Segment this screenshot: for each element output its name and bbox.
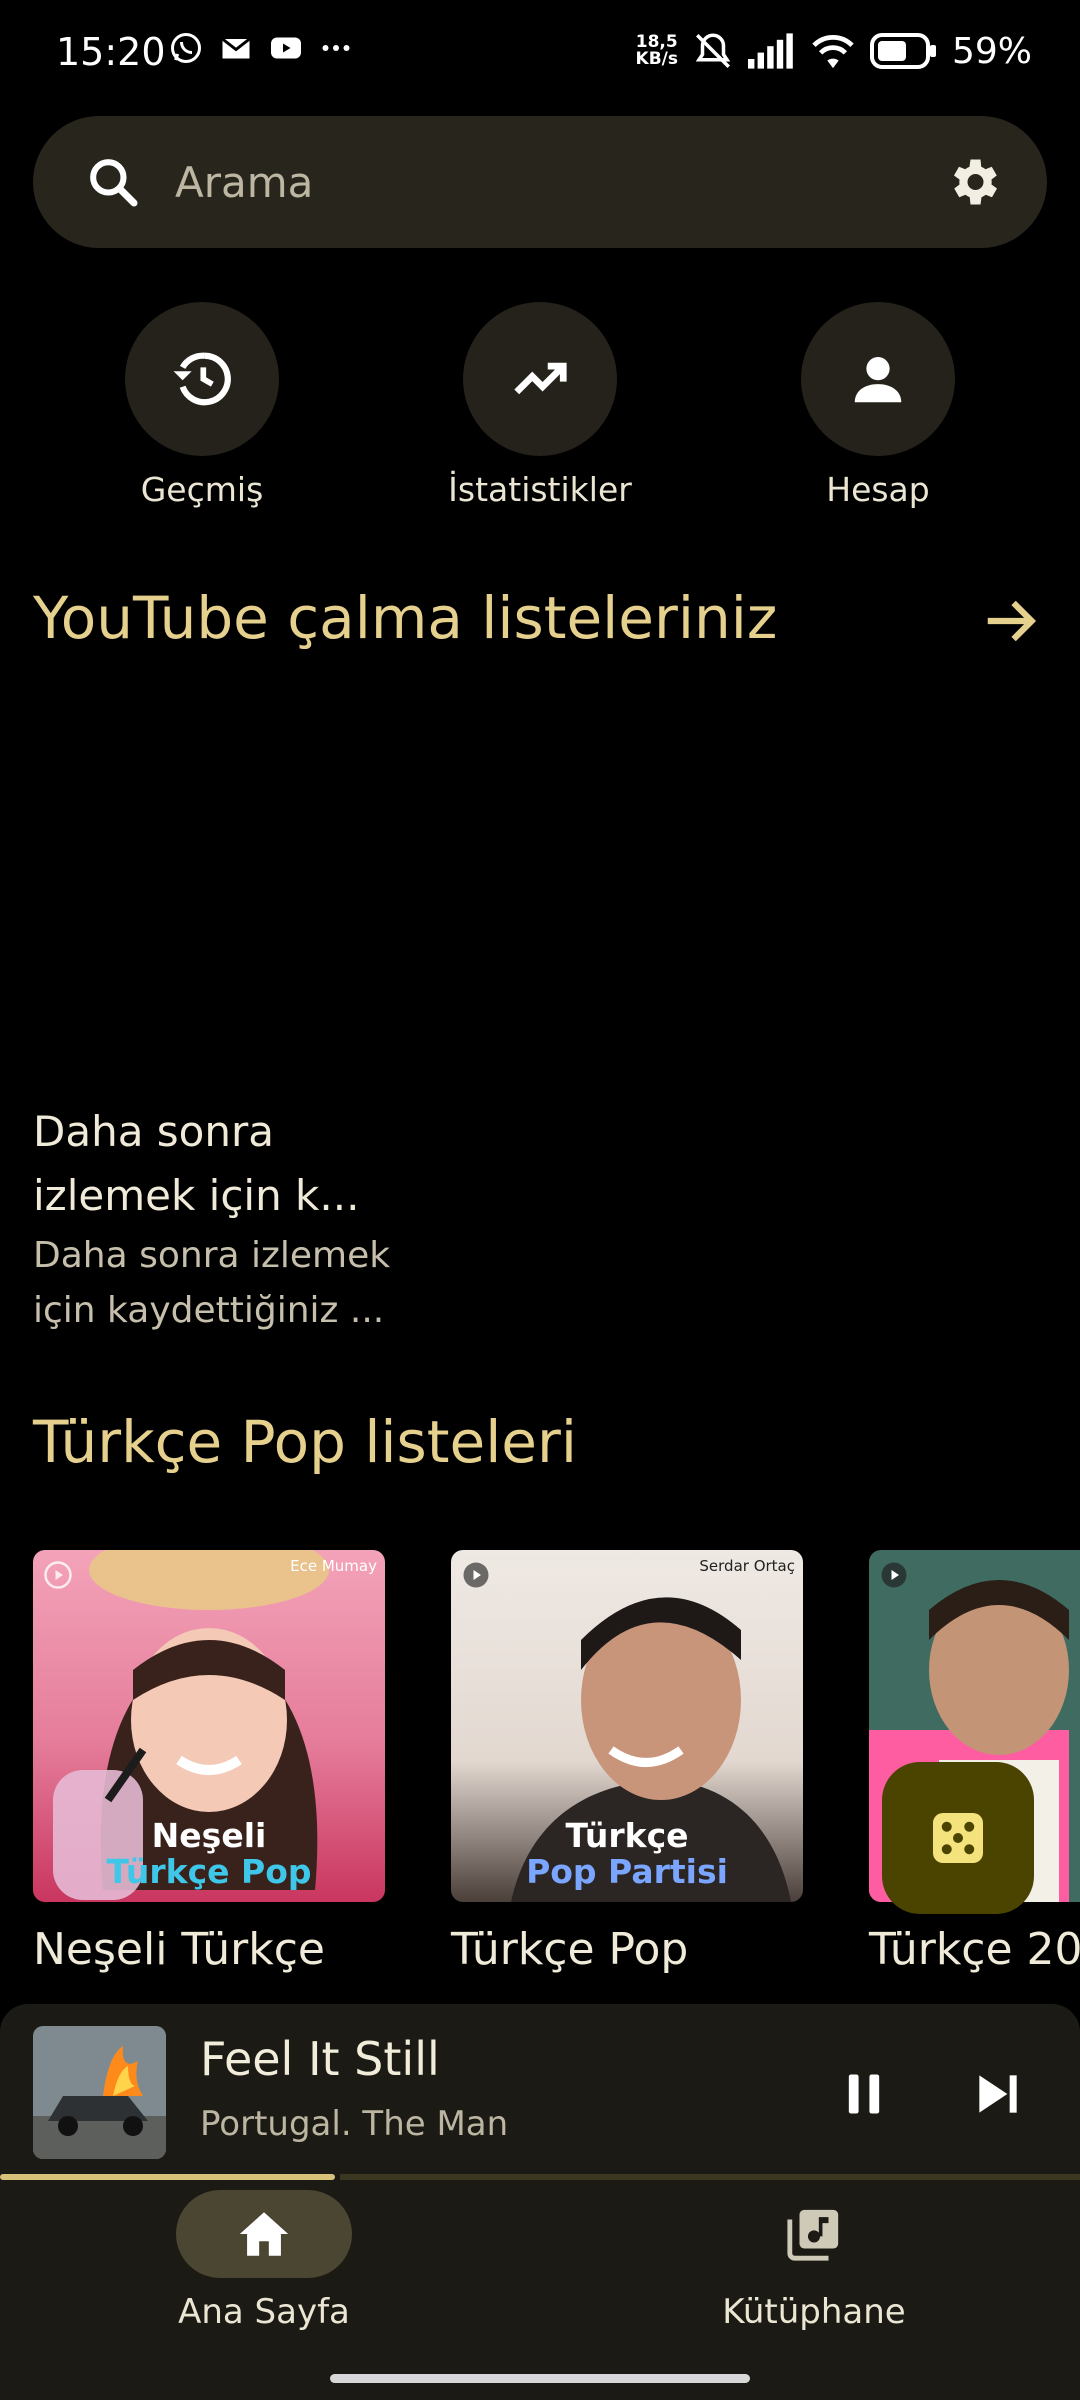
stats-circle[interactable] bbox=[463, 302, 617, 456]
trending-icon bbox=[514, 362, 567, 395]
status-time: 15:20 bbox=[56, 30, 166, 74]
nav-library[interactable]: Kütüphane bbox=[614, 2190, 1014, 2332]
watch-later-subtitle: Daha sonra izlemek için kaydettiğiniz ..… bbox=[33, 1235, 391, 1331]
history-icon bbox=[173, 352, 231, 406]
cover-artist: Serdar Ortaç bbox=[699, 1557, 795, 1575]
history-circle[interactable] bbox=[125, 302, 279, 456]
cover-artist: Ece Mumay bbox=[290, 1557, 377, 1575]
dice-icon bbox=[933, 1813, 983, 1863]
account-circle[interactable] bbox=[801, 302, 955, 456]
mute-icon bbox=[695, 33, 731, 68]
quick-actions: Geçmiş İstatistikler Hesap bbox=[0, 302, 1080, 522]
playlist-cover: Ece Mumay Neşeli Türkçe Pop bbox=[33, 1550, 385, 1902]
watch-later-title: Daha sonra izlemek için k... bbox=[33, 1107, 360, 1220]
album-art bbox=[33, 2026, 166, 2159]
playlist-card[interactable]: Serdar Ortaç Türkçe Pop Partisi Türkçe P… bbox=[451, 1550, 803, 1975]
nav-library-label: Kütüphane bbox=[722, 2292, 906, 2332]
watch-later-card[interactable]: Daha sonra izlemek için k... Daha sonra … bbox=[33, 1100, 393, 1338]
cover-title-line2: Türkçe Pop bbox=[106, 1852, 312, 1891]
speed-unit: KB/s bbox=[635, 49, 678, 69]
search-bar[interactable] bbox=[33, 116, 1047, 248]
home-icon bbox=[239, 2212, 289, 2256]
account-button[interactable]: Hesap bbox=[728, 302, 1028, 509]
notification-icons bbox=[168, 30, 354, 66]
home-indicator[interactable] bbox=[330, 2374, 750, 2383]
youtube-icon bbox=[271, 37, 301, 59]
arrow-right-icon[interactable] bbox=[980, 590, 1042, 652]
album-art-image bbox=[33, 2026, 166, 2159]
library-music-icon bbox=[787, 2209, 839, 2261]
playlist-card[interactable]: Ece Mumay Neşeli Türkçe Pop Neşeli Türkç… bbox=[33, 1550, 385, 1975]
history-button[interactable]: Geçmiş bbox=[52, 302, 352, 509]
playlist-title: Neşeli Türkçe bbox=[33, 1924, 325, 1975]
cover-title-line2: Pop Partisi bbox=[526, 1852, 728, 1891]
cover-title-line1: Türkçe bbox=[565, 1816, 689, 1855]
playlist-title: Türkçe Pop bbox=[451, 1924, 689, 1975]
gear-icon[interactable] bbox=[943, 152, 1003, 212]
nav-home[interactable]: Ana Sayfa bbox=[64, 2190, 464, 2332]
more-dots-icon bbox=[322, 45, 350, 51]
battery-icon bbox=[869, 33, 936, 69]
history-label: Geçmiş bbox=[140, 470, 264, 509]
skip-next-icon[interactable] bbox=[970, 2066, 1026, 2122]
status-bar: 15:20 18,5 KB/s 59% bbox=[0, 0, 1080, 110]
system-icons: 18,5 KB/s 59% bbox=[636, 30, 1032, 72]
nav-home-pill[interactable] bbox=[176, 2190, 352, 2278]
search-icon bbox=[90, 159, 138, 207]
playlist-title: Türkçe 20 bbox=[869, 1924, 1080, 1975]
search-input[interactable] bbox=[175, 146, 935, 218]
playlist-cover: Serdar Ortaç Türkçe Pop Partisi bbox=[451, 1550, 803, 1902]
account-icon bbox=[854, 357, 902, 403]
wifi-icon bbox=[812, 34, 854, 69]
account-label: Hesap bbox=[826, 470, 930, 509]
nav-home-label: Ana Sayfa bbox=[178, 2292, 350, 2332]
turkish-pop-title: Türkçe Pop listeleri bbox=[33, 1408, 577, 1476]
mini-player[interactable]: Feel It Still Portugal. The Man bbox=[0, 2004, 1080, 2180]
whatsapp-icon bbox=[171, 33, 201, 63]
cover-title-line1: Neşeli bbox=[151, 1816, 267, 1855]
track-title: Feel It Still bbox=[200, 2032, 440, 2086]
youtube-playlists-title[interactable]: YouTube çalma listeleriniz bbox=[33, 584, 777, 652]
network-speed: 18,5 KB/s bbox=[636, 34, 678, 68]
signal-icon bbox=[747, 33, 793, 69]
track-artist: Portugal. The Man bbox=[200, 2104, 509, 2144]
stats-label: İstatistikler bbox=[448, 470, 632, 509]
gmail-icon bbox=[221, 37, 251, 59]
pause-icon[interactable] bbox=[838, 2066, 890, 2122]
nav-library-pill[interactable] bbox=[726, 2190, 902, 2278]
shuffle-fab[interactable] bbox=[882, 1762, 1034, 1914]
bottom-nav: Ana Sayfa Kütüphane bbox=[0, 2180, 1080, 2400]
stats-button[interactable]: İstatistikler bbox=[390, 302, 690, 509]
battery-percent: 59% bbox=[951, 30, 1032, 72]
